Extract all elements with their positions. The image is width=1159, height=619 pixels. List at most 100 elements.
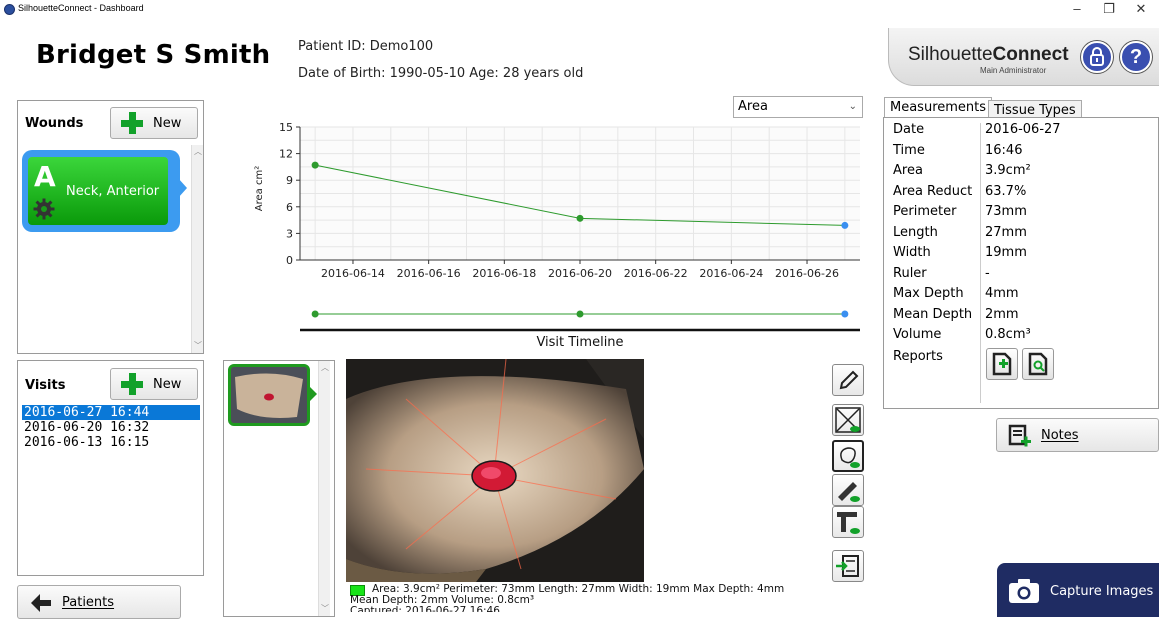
x-tick-label: 2016-06-16 xyxy=(397,267,461,280)
app-icon xyxy=(4,4,15,15)
measurement-row: Mean Depth 2mm xyxy=(884,307,1154,328)
measurement-key: Mean Depth xyxy=(893,306,973,322)
outline-toggle-button[interactable] xyxy=(832,440,864,472)
logo-prefix: Silhouette xyxy=(908,44,993,65)
measurement-key: Width xyxy=(893,245,931,260)
measurement-value: 4mm xyxy=(985,286,1019,301)
timeline-point xyxy=(841,310,849,318)
reports-label: Reports xyxy=(893,349,943,364)
measurement-row: Volume 0.8cm³ xyxy=(884,327,1154,348)
tab-tissue-types[interactable]: Tissue Types xyxy=(988,100,1082,118)
close-button[interactable]: ✕ xyxy=(1126,0,1156,22)
wound-image[interactable] xyxy=(346,359,644,582)
measurement-row: Area Reduct 63.7% xyxy=(884,184,1154,205)
measurement-key: Area Reduct xyxy=(893,183,973,199)
notes-button[interactable]: Notes xyxy=(996,418,1159,452)
visits-title: Visits xyxy=(25,378,66,393)
tab-measurements[interactable]: Measurements xyxy=(884,97,993,118)
visit-item[interactable]: 2016-06-20 16:32 xyxy=(22,420,200,435)
help-icon: ? xyxy=(1129,46,1143,68)
depth-toggle-icon xyxy=(837,512,860,534)
patient-dob: Date of Birth: 1990-05-10 Age: 28 years … xyxy=(298,66,584,81)
measurement-row: Time 16:46 xyxy=(884,143,1154,164)
gear-icon[interactable] xyxy=(33,198,55,220)
edit-button[interactable] xyxy=(832,364,864,396)
x-tick-label: 2016-06-26 xyxy=(775,267,839,280)
thumbnail-image xyxy=(231,367,307,423)
thumbnails-scrollbar[interactable]: ︿ ﹀ xyxy=(318,361,330,616)
lock-button[interactable] xyxy=(1081,41,1113,73)
timeline-point xyxy=(576,310,584,318)
measurement-row: Length 27mm xyxy=(884,225,1154,246)
export-button[interactable] xyxy=(832,550,864,582)
image-thumbnail[interactable] xyxy=(228,364,310,426)
arrow-left-icon xyxy=(31,594,51,612)
tracing-toggle-icon xyxy=(835,407,861,433)
image-caption: Area: 3.9cm² Perimeter: 73mm Length: 27m… xyxy=(350,584,850,613)
data-point xyxy=(311,161,319,169)
ruler-toggle-button[interactable] xyxy=(832,474,864,506)
restore-button[interactable]: ❐ xyxy=(1094,0,1124,22)
plus-icon xyxy=(121,112,143,134)
y-axis-label: Area cm² xyxy=(254,166,265,211)
new-wound-button[interactable]: New xyxy=(110,107,198,139)
lock-icon xyxy=(1090,47,1104,66)
measurement-key: Max Depth xyxy=(893,286,964,301)
x-tick-label: 2016-06-14 xyxy=(321,267,385,280)
pencil-icon xyxy=(839,370,859,390)
measurement-value: 73mm xyxy=(985,204,1027,219)
logo-bold: Connect xyxy=(992,44,1069,65)
scroll-up-icon[interactable]: ︿ xyxy=(320,363,330,373)
scroll-up-icon[interactable]: ︿ xyxy=(193,147,203,157)
capture-images-button[interactable]: Capture Images xyxy=(997,563,1159,617)
measurement-row: Date 2016-06-27 xyxy=(884,122,1154,143)
measurement-key: Area xyxy=(893,163,923,178)
measurement-value: 19mm xyxy=(985,245,1027,260)
visit-item[interactable]: 2016-06-13 16:15 xyxy=(22,435,200,450)
help-button[interactable]: ? xyxy=(1120,41,1152,73)
measurement-key: Volume xyxy=(893,327,942,342)
capture-images-label: Capture Images xyxy=(1050,584,1154,599)
measurement-row: Max Depth 4mm xyxy=(884,286,1154,307)
selection-pointer xyxy=(178,178,187,198)
minimize-button[interactable]: – xyxy=(1062,0,1092,22)
new-visit-label: New xyxy=(153,377,182,392)
y-tick-label: 15 xyxy=(279,121,293,134)
timeline-point xyxy=(311,310,319,318)
y-tick-label: 6 xyxy=(286,201,293,214)
caption-line-2: Mean Depth: 2mm Volume: 0.8cm³ xyxy=(350,594,535,606)
view-report-button[interactable] xyxy=(1022,348,1054,380)
report-add-icon xyxy=(992,352,1012,376)
new-report-button[interactable] xyxy=(986,348,1018,380)
y-tick-label: 0 xyxy=(286,254,293,267)
depth-toggle-button[interactable] xyxy=(832,506,864,538)
measurement-key: Ruler xyxy=(893,265,927,281)
patients-button[interactable]: Patients xyxy=(17,585,181,619)
scroll-down-icon[interactable]: ﹀ xyxy=(193,341,203,351)
new-visit-button[interactable]: New xyxy=(110,368,198,400)
camera-icon xyxy=(1009,579,1039,603)
measurement-value: 3.9cm² xyxy=(985,163,1031,178)
notes-add-icon xyxy=(1008,424,1031,447)
scroll-down-icon[interactable]: ﹀ xyxy=(320,604,330,614)
window-title: SilhouetteConnect - Dashboard xyxy=(18,3,144,13)
user-role: Main Administrator xyxy=(980,66,1047,75)
measurement-key: Length xyxy=(893,224,938,240)
selection-pointer xyxy=(309,386,317,402)
measurement-row: Width 19mm xyxy=(884,245,1154,266)
measurement-value: - xyxy=(985,265,990,281)
measurement-key: Date xyxy=(893,122,925,137)
data-point xyxy=(576,214,584,222)
measurement-value: 63.7% xyxy=(985,183,1027,199)
visits-list: 2016-06-27 16:44 2016-06-20 16:32 2016-0… xyxy=(22,405,200,450)
x-tick-label: 2016-06-24 xyxy=(699,267,763,280)
area-chart: 0 3 6 9 12 15 2016-06-14 2016-06-16 2016-06-18 20… xyxy=(254,121,860,350)
x-tick-label: 2016-06-18 xyxy=(472,267,536,280)
wounds-scrollbar[interactable]: ︿ ﹀ xyxy=(191,145,203,353)
x-tick-label: 2016-06-22 xyxy=(624,267,688,280)
tracing-toggle-button[interactable] xyxy=(832,404,864,436)
visit-item[interactable]: 2016-06-27 16:44 xyxy=(22,405,200,420)
data-point xyxy=(841,221,849,229)
measurement-value: 2mm xyxy=(985,306,1019,322)
measurement-row: Ruler - xyxy=(884,266,1154,287)
